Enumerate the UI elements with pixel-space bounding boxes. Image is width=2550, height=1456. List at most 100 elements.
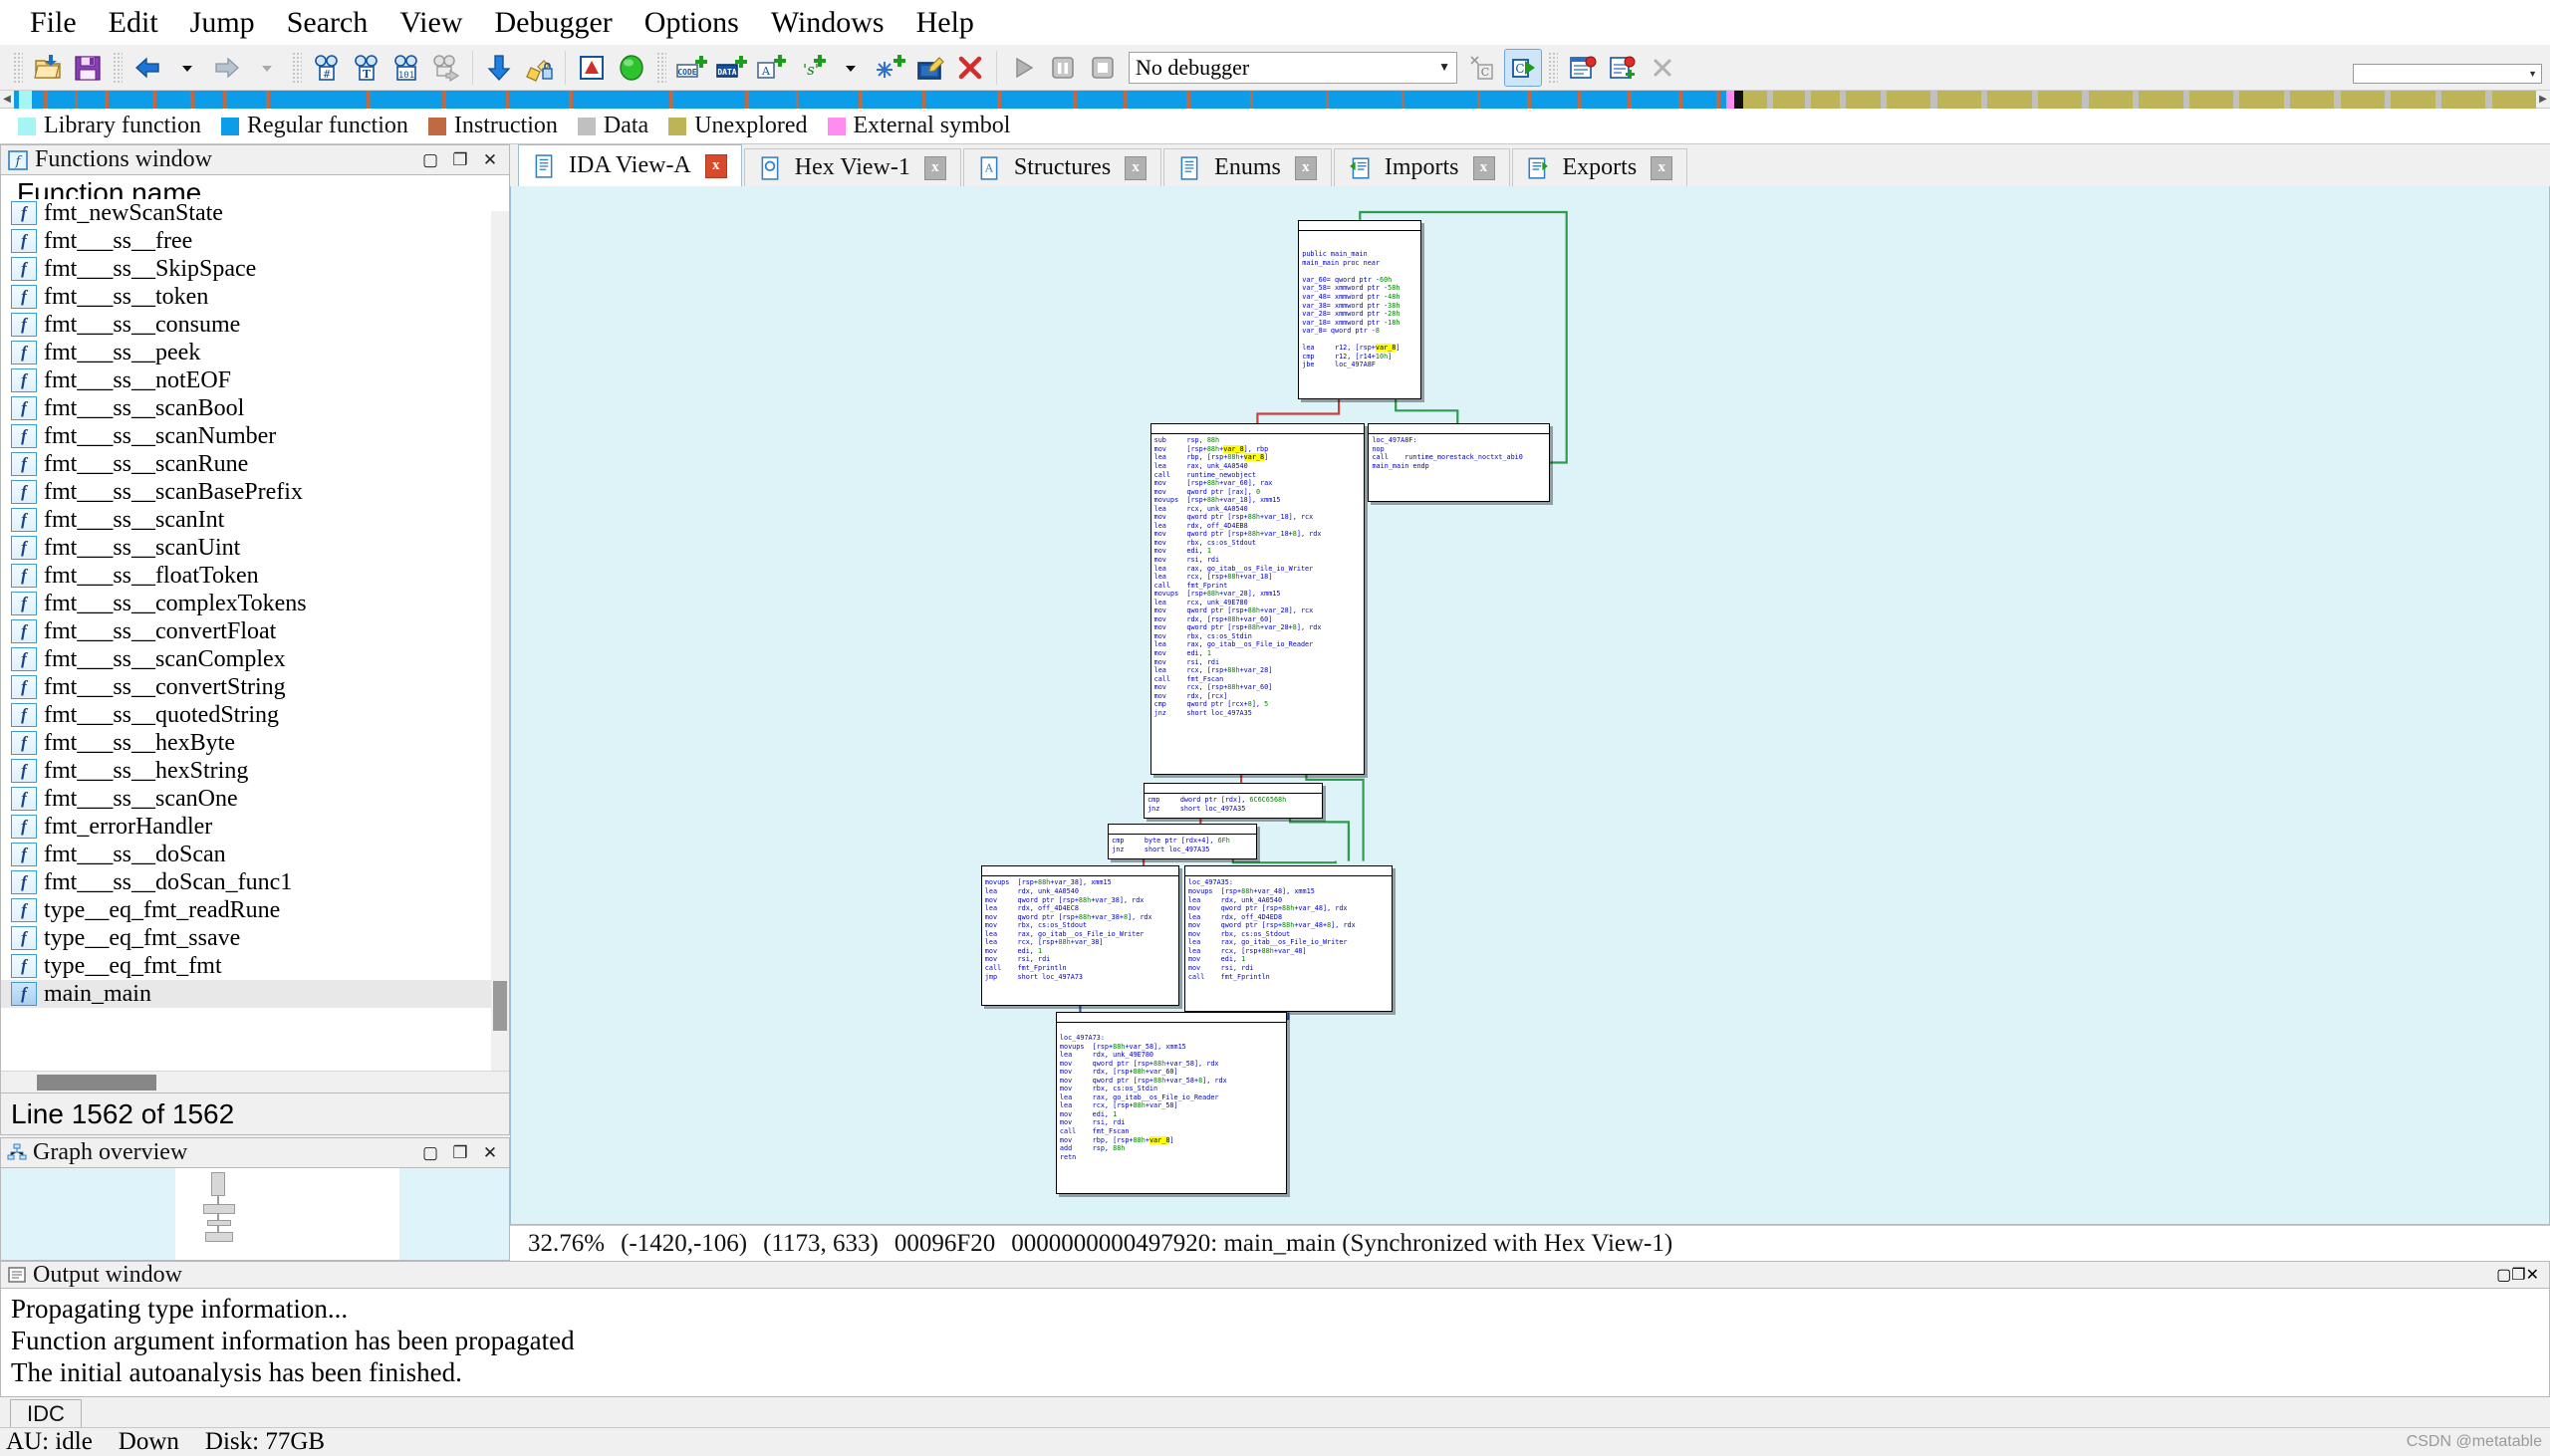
jump-down-icon[interactable] — [481, 50, 517, 86]
nav-forward-dropdown-icon[interactable] — [249, 50, 285, 86]
make-struct-dropdown-icon[interactable] — [833, 50, 869, 86]
graph-node[interactable]: loc_497A35: movups [rsp+88h+var_48], xmm1… — [1183, 865, 1393, 1013]
navband-left-arrow-icon[interactable]: ◀ — [0, 91, 14, 108]
menu-item-jump[interactable]: Jump — [174, 6, 271, 40]
graph-node[interactable]: public main_main main_main proc near var_… — [1298, 220, 1422, 399]
function-list-item[interactable]: f fmt___ss__SkipSpace — [1, 255, 509, 283]
tab-ida-view-a[interactable]: IDA View-A x — [518, 144, 742, 186]
tab-imports[interactable]: Imports x — [1333, 148, 1510, 186]
functions-vertical-scrollbar[interactable] — [491, 211, 509, 1071]
restore-icon[interactable]: ❐ — [2511, 1265, 2525, 1285]
graph-node[interactable]: cmp dword ptr [rdx], 6C6C6568h jnz short … — [1144, 783, 1323, 820]
function-list-item[interactable]: f fmt_errorHandler — [1, 813, 509, 841]
menu-item-search[interactable]: Search — [271, 6, 384, 40]
search-next-icon[interactable] — [428, 50, 464, 86]
graph-node[interactable]: sub rsp, 88h mov [rsp+88h+var_8], rbp lea … — [1149, 423, 1366, 776]
green-circle-icon[interactable] — [614, 50, 649, 86]
delete-breakpoint-icon[interactable] — [1645, 50, 1680, 86]
function-list-item[interactable]: f fmt___ss__scanBasePrefix — [1, 478, 509, 506]
functions-horizontal-scrollbar[interactable] — [1, 1071, 509, 1092]
menu-item-edit[interactable]: Edit — [93, 6, 174, 40]
make-struct-icon[interactable]: 's' — [793, 50, 829, 86]
make-ascii-icon[interactable]: A — [753, 50, 789, 86]
function-list-item[interactable]: f fmt___ss__hexByte — [1, 729, 509, 757]
tab-exports[interactable]: Exports x — [1511, 148, 1688, 186]
function-list-item[interactable]: f fmt___ss__scanInt — [1, 506, 509, 534]
graph-overview-canvas[interactable] — [0, 1167, 510, 1261]
function-list-item[interactable]: f fmt___ss__notEOF — [1, 366, 509, 394]
function-list-item[interactable]: f fmt___ss__quotedString — [1, 701, 509, 729]
nav-back-dropdown-icon[interactable] — [169, 50, 205, 86]
menu-item-debugger[interactable]: Debugger — [479, 6, 629, 40]
tab-close-icon[interactable]: x — [1294, 155, 1317, 180]
function-list-item[interactable]: f fmt___ss__complexTokens — [1, 590, 509, 617]
function-list-item[interactable]: f fmt___ss__scanNumber — [1, 422, 509, 450]
undefine-icon[interactable] — [952, 50, 988, 86]
add-breakpoint-icon[interactable] — [1605, 50, 1641, 86]
function-list-item[interactable]: f type__eq_fmt_readRune — [1, 896, 509, 924]
maximize-icon[interactable]: ▢ — [415, 1140, 445, 1166]
function-list-item[interactable]: f fmt___ss__scanUint — [1, 534, 509, 562]
navband-track[interactable] — [14, 91, 2536, 109]
restore-icon[interactable]: ❐ — [445, 1140, 475, 1166]
debugger-select[interactable]: No debugger ▼ — [1129, 51, 1457, 84]
graph-node[interactable]: loc_497A73: movups [rsp+88h+var_58], xmm1… — [1055, 1012, 1287, 1195]
tab-close-icon[interactable]: x — [923, 155, 946, 180]
functions-list[interactable]: f fmt_newScanState f fmt___ss__free f fmt___s… — [1, 199, 509, 1071]
graph-node[interactable]: cmp byte ptr [rdx+4], 6Fh jnz short loc_4… — [1108, 824, 1258, 859]
save-file-icon[interactable] — [70, 50, 106, 86]
pause-icon[interactable] — [1045, 50, 1081, 86]
tab-close-icon[interactable]: x — [1472, 155, 1495, 180]
function-list-item[interactable]: f fmt_newScanState — [1, 199, 509, 227]
tab-structures[interactable]: A Structures x — [962, 148, 1162, 186]
function-list-item[interactable]: f fmt___ss__hexString — [1, 757, 509, 785]
edit-function-icon[interactable] — [912, 50, 948, 86]
graph-node[interactable]: movups [rsp+88h+var_38], xmm15 lea rdx, u… — [980, 865, 1180, 1006]
tab-close-icon[interactable]: x — [1651, 155, 1673, 180]
function-list-item[interactable]: f fmt___ss__token — [1, 283, 509, 311]
close-icon[interactable]: ✕ — [475, 147, 505, 173]
menu-item-view[interactable]: View — [383, 6, 478, 40]
search-hex-icon[interactable]: 101 — [388, 50, 424, 86]
function-list-item[interactable]: f fmt___ss__consume — [1, 311, 509, 339]
open-file-icon[interactable] — [30, 50, 66, 86]
restore-icon[interactable]: ❐ — [445, 147, 475, 173]
run-icon[interactable] — [1005, 50, 1041, 86]
function-list-item[interactable]: f fmt___ss__scanComplex — [1, 645, 509, 673]
toolbar-grip-4[interactable] — [656, 51, 666, 84]
function-list-item[interactable]: f fmt___ss__scanRune — [1, 450, 509, 478]
function-list-item[interactable]: f fmt___ss__floatToken — [1, 562, 509, 590]
make-code-icon[interactable]: CODE — [673, 50, 709, 86]
function-list-item[interactable]: f type__eq_fmt_fmt — [1, 952, 509, 980]
menu-item-windows[interactable]: Windows — [755, 6, 900, 40]
function-list-item[interactable]: f fmt___ss__convertFloat — [1, 617, 509, 645]
menu-item-file[interactable]: File — [14, 6, 93, 40]
tab-hex-view-1[interactable]: Hex View-1 x — [743, 148, 961, 186]
navigation-band[interactable]: ◀ ▶ — [0, 91, 2550, 109]
navband-address-box[interactable]: ▼ — [2353, 64, 2542, 84]
search-text-icon[interactable]: T — [349, 50, 384, 86]
function-list-item[interactable]: f fmt___ss__free — [1, 227, 509, 255]
make-data-icon[interactable]: DATA — [713, 50, 749, 86]
search-hash-icon[interactable]: # — [309, 50, 345, 86]
nav-back-icon[interactable] — [129, 50, 165, 86]
output-log[interactable]: Propagating type information... Function… — [0, 1289, 2550, 1397]
graph-node[interactable]: loc_497A8F: nop call runtime_morestack_noc… — [1368, 423, 1551, 502]
tab-close-icon[interactable]: x — [1125, 155, 1148, 180]
function-list-item[interactable]: f fmt___ss__convertString — [1, 673, 509, 701]
maximize-icon[interactable]: ▢ — [415, 147, 445, 173]
close-icon[interactable]: ✕ — [475, 1140, 505, 1166]
function-list-item[interactable]: f fmt___ss__scanOne — [1, 785, 509, 813]
ida-graph-view[interactable]: public main_main main_main proc near var_… — [510, 186, 2550, 1225]
function-list-item[interactable]: f main_main — [1, 980, 509, 1008]
make-array-icon[interactable] — [873, 50, 908, 86]
run-to-cursor-icon[interactable]: C — [1504, 48, 1542, 87]
no-breakpoint-icon[interactable]: C — [1465, 50, 1501, 86]
scrollbar-thumb[interactable] — [37, 1075, 156, 1091]
toolbar-grip-2[interactable] — [113, 51, 123, 84]
graph-nodes-layer[interactable]: public main_main main_main proc near var_… — [511, 186, 2549, 1224]
breakpoint-list-icon[interactable] — [1565, 50, 1601, 86]
overview-thumbnail[interactable] — [175, 1168, 399, 1260]
scrollbar-thumb[interactable] — [493, 981, 507, 1031]
navband-right-arrow-icon[interactable]: ▶ — [2536, 91, 2550, 108]
